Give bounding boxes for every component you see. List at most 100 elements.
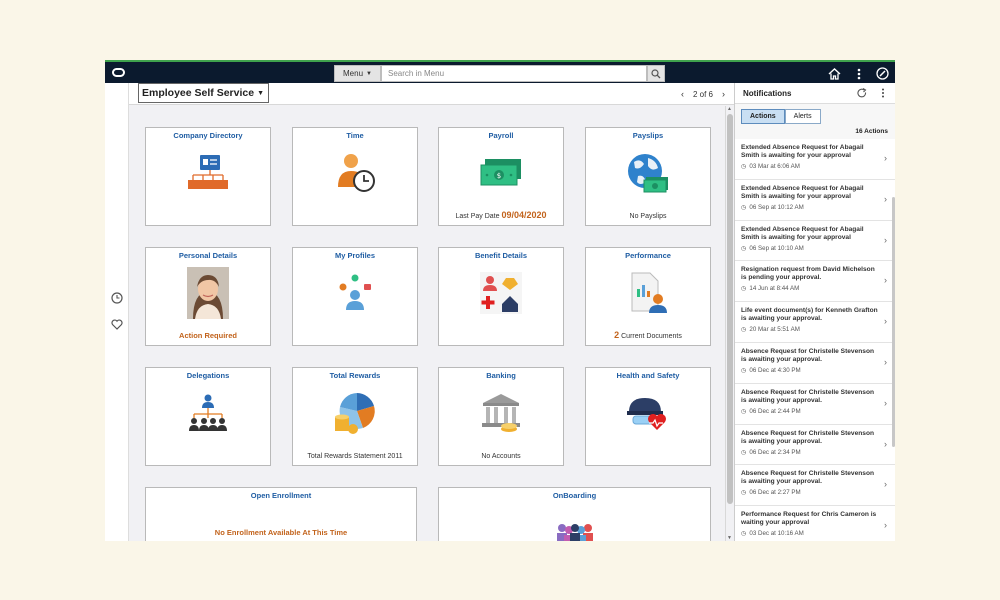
payslips-footer: No Payslips <box>629 213 667 220</box>
notification-date: ◷ 06 Dec at 2:27 PM <box>741 489 878 496</box>
actions-menu-button[interactable] <box>851 66 866 81</box>
clock-icon: ◷ <box>741 244 747 252</box>
top-bar: Menu ▼ <box>105 60 895 83</box>
notification-item[interactable]: Extended Absence Request for Abagail Smi… <box>735 221 895 262</box>
notification-date: ◷ 03 Mar at 6:06 AM <box>741 163 878 170</box>
bank-icon <box>439 390 563 436</box>
notification-date-text: 03 Mar at 6:06 AM <box>749 163 800 170</box>
chevron-down-icon: ▼ <box>257 90 265 97</box>
tile-title: Open Enrollment <box>250 491 312 500</box>
search-button[interactable] <box>647 65 665 82</box>
onboarding-team-icon <box>439 514 710 541</box>
tile-title: Personal Details <box>178 251 238 260</box>
scroll-up-icon[interactable]: ▲ <box>727 106 732 112</box>
tile-area-scrollbar[interactable]: ▲ ▼ <box>725 106 734 541</box>
notification-item[interactable]: Resignation request from David Michelson… <box>735 261 895 303</box>
scrollbar-thumb[interactable] <box>727 114 733 504</box>
notification-text: Absence Request for Christelle Stevenson… <box>741 470 875 486</box>
chevron-right-icon: › <box>884 438 887 449</box>
clock-icon: ◷ <box>741 489 747 497</box>
tile-onboarding[interactable]: OnBoarding <box>438 487 711 541</box>
hardhat-heart-icon <box>586 390 710 436</box>
notification-text: Absence Request for Christelle Stevenson… <box>741 388 875 404</box>
notification-text: Extended Absence Request for Abagail Smi… <box>741 184 864 200</box>
recent-places-button[interactable] <box>110 291 124 305</box>
current-documents-count: 2 <box>614 330 620 340</box>
delegation-hierarchy-icon <box>146 390 270 436</box>
tile-title: OnBoarding <box>552 491 597 500</box>
notification-item[interactable]: Absence Request for Christelle Stevenson… <box>735 343 895 384</box>
next-page-icon[interactable]: › <box>722 89 725 99</box>
notification-item[interactable]: Absence Request for Christelle Stevenson… <box>735 425 895 466</box>
clock-icon: ◷ <box>741 366 747 374</box>
notification-item[interactable]: Absence Request for Christelle Stevenson… <box>735 384 895 425</box>
profile-photo <box>146 267 270 319</box>
benefits-icon <box>439 270 563 316</box>
search-icon <box>651 68 661 78</box>
heart-icon <box>111 318 123 330</box>
menu-label: Menu <box>343 69 364 78</box>
previous-page-icon[interactable]: ‹ <box>681 89 684 99</box>
tab-alerts[interactable]: Alerts <box>784 109 821 124</box>
notification-text: Extended Absence Request for Abagail Smi… <box>741 144 864 159</box>
chevron-right-icon: › <box>884 479 887 490</box>
tile-title: Payslips <box>632 131 664 140</box>
notification-date-text: 20 Mar at 5:51 AM <box>749 326 800 334</box>
chevron-right-icon: › <box>884 520 887 531</box>
favorites-button[interactable] <box>110 317 124 331</box>
notification-date-text: 06 Dec at 2:44 PM <box>749 407 801 415</box>
homepage-selector[interactable]: Employee Self Service ▼ <box>138 83 270 103</box>
tile-health-safety[interactable]: Health and Safety <box>585 367 711 466</box>
last-pay-date-label: Last Pay Date <box>455 213 500 220</box>
notification-item[interactable]: Performance Request for Chris Cameron is… <box>735 506 895 541</box>
performance-footer: 2 Current Documents <box>586 330 710 340</box>
notification-item[interactable]: Extended Absence Request for Abagail Smi… <box>735 139 895 180</box>
notification-date-text: 06 Sep at 10:10 AM <box>749 244 804 252</box>
notification-item[interactable]: Extended Absence Request for Abagail Smi… <box>735 180 895 221</box>
search-input[interactable] <box>381 65 647 82</box>
tile-payslips[interactable]: Payslips No Payslips <box>585 127 711 226</box>
pager-text: 2 of 6 <box>692 89 713 99</box>
notifications-scrollbar[interactable] <box>892 197 895 447</box>
tile-personal-details[interactable]: Personal Details Action Required <box>145 247 271 346</box>
tab-actions[interactable]: Actions <box>741 109 785 124</box>
notification-date: ◷ 06 Dec at 2:34 PM <box>741 449 878 456</box>
scroll-down-icon[interactable]: ▼ <box>727 535 732 541</box>
notification-date: ◷ 06 Dec at 2:44 PM <box>741 408 878 415</box>
menu-dropdown-button[interactable]: Menu ▼ <box>334 65 381 82</box>
notification-date-text: 06 Dec at 2:27 PM <box>749 489 801 497</box>
more-vertical-icon <box>857 68 860 79</box>
tile-open-enrollment[interactable]: Open Enrollment No Enrollment Available … <box>145 487 417 541</box>
notification-item[interactable]: Absence Request for Christelle Stevenson… <box>735 465 895 507</box>
notification-date: ◷ 06 Sep at 10:12 AM <box>741 204 878 211</box>
tile-performance[interactable]: Performance 2 Current Documents <box>585 247 711 346</box>
notification-date-text: 06 Dec at 4:30 PM <box>749 366 801 374</box>
more-vertical-icon[interactable] <box>881 88 885 98</box>
tile-delegations[interactable]: Delegations <box>145 367 271 466</box>
tile-title: Delegations <box>186 371 230 380</box>
clock-icon: ◷ <box>741 163 747 170</box>
clock-icon: ◷ <box>741 530 747 538</box>
home-button[interactable] <box>827 66 842 81</box>
clock-icon: ◷ <box>741 448 747 456</box>
oracle-logo[interactable] <box>112 68 125 77</box>
notification-date-text: 03 Dec at 10:16 AM <box>749 530 804 538</box>
notification-text: Absence Request for Christelle Stevenson… <box>741 347 875 363</box>
clock-icon: ◷ <box>741 285 747 293</box>
tile-benefit-details[interactable]: Benefit Details <box>438 247 564 346</box>
actions-count: 16 Actions <box>855 128 888 135</box>
clock-icon: ◷ <box>741 407 747 415</box>
notification-item[interactable]: Life event document(s) for Kenneth Graft… <box>735 302 895 343</box>
homepage-header: Employee Self Service ▼ ‹ 2 of 6 › <box>129 83 737 105</box>
navbar-button[interactable] <box>875 66 890 81</box>
tile-title: Banking <box>486 371 516 380</box>
tile-total-rewards[interactable]: Total Rewards Total Rewards Statement 20… <box>292 367 418 466</box>
tile-company-directory[interactable]: Company Directory <box>145 127 271 226</box>
tile-payroll[interactable]: Payroll $ Last Pay Date 09/04/2020 <box>438 127 564 226</box>
tile-title: Health and Safety <box>616 371 680 380</box>
tile-time[interactable]: Time <box>292 127 418 226</box>
refresh-icon[interactable] <box>857 88 867 98</box>
tile-banking[interactable]: Banking No Accounts <box>438 367 564 466</box>
open-enrollment-message: No Enrollment Available At This Time <box>214 528 348 537</box>
tile-my-profiles[interactable]: My Profiles <box>292 247 418 346</box>
